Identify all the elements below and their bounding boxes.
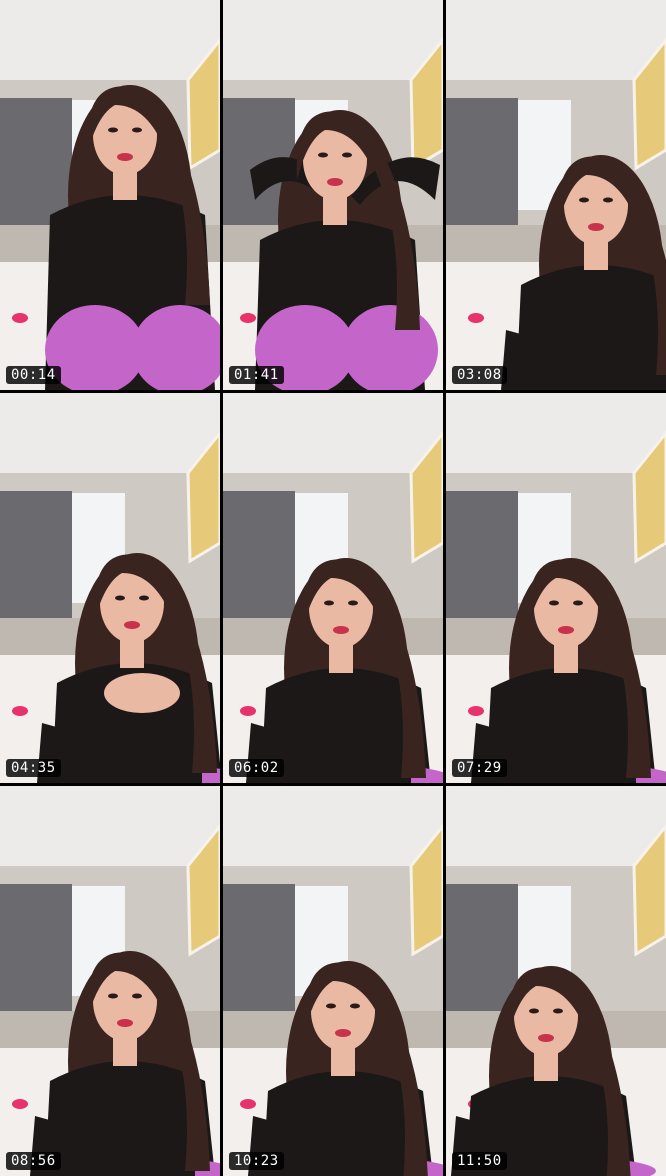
curtain-left [446, 491, 518, 621]
curtain-left [223, 491, 295, 621]
lips [117, 1019, 133, 1027]
curtain-left [223, 884, 295, 1014]
frame-image [223, 0, 443, 390]
video-thumbnail[interactable]: 00:14 [0, 0, 220, 390]
ceiling [223, 0, 443, 80]
frame-image [446, 393, 666, 783]
frame-image [223, 786, 443, 1176]
ceiling [446, 393, 666, 473]
eye-left [326, 1003, 336, 1009]
ceiling [446, 786, 666, 866]
lips [558, 626, 574, 634]
eye-right [139, 595, 149, 601]
timestamp-badge: 03:08 [452, 366, 507, 384]
lips [124, 621, 140, 629]
lips [333, 626, 349, 634]
pink-toy [468, 706, 484, 716]
lips [588, 223, 604, 231]
video-thumbnail[interactable]: 01:41 [223, 0, 443, 390]
eye-left [529, 1008, 539, 1014]
frame-image [0, 393, 220, 783]
eye-right [348, 600, 358, 606]
pink-toy [12, 1099, 28, 1109]
pink-toy [240, 313, 256, 323]
pink-toy [240, 706, 256, 716]
lips [327, 178, 343, 186]
video-thumbnail[interactable]: 04:35 [0, 393, 220, 783]
ceiling [446, 0, 666, 80]
video-thumbnail[interactable]: 03:08 [446, 0, 666, 390]
curtain-left [0, 884, 72, 1014]
ceiling [0, 0, 220, 80]
ceiling [223, 786, 443, 866]
eye-left [549, 600, 559, 606]
lips [335, 1029, 351, 1037]
timestamp-badge: 08:56 [6, 1152, 61, 1170]
pink-toy [12, 313, 28, 323]
thumbnail-grid: 00:14 01:41 03:08 04:35 06:02 07:29 08:5… [0, 0, 666, 1176]
timestamp-badge: 04:35 [6, 759, 61, 777]
timestamp-badge: 01:41 [229, 366, 284, 384]
ceiling [0, 393, 220, 473]
pink-toy [240, 1099, 256, 1109]
lips [538, 1034, 554, 1042]
video-thumbnail[interactable]: 08:56 [0, 786, 220, 1176]
timestamp-badge: 06:02 [229, 759, 284, 777]
eye-left [115, 595, 125, 601]
eye-left [318, 152, 328, 158]
eye-right [350, 1003, 360, 1009]
pink-toy [468, 313, 484, 323]
eye-right [132, 127, 142, 133]
frame-image [446, 786, 666, 1176]
eye-right [553, 1008, 563, 1014]
frame-image [0, 0, 220, 390]
eye-left [579, 197, 589, 203]
video-thumbnail[interactable]: 07:29 [446, 393, 666, 783]
lips [117, 153, 133, 161]
timestamp-badge: 11:50 [452, 1152, 507, 1170]
curtain-left [446, 98, 518, 228]
frame-image [0, 786, 220, 1176]
eye-right [603, 197, 613, 203]
timestamp-badge: 10:23 [229, 1152, 284, 1170]
eye-left [324, 600, 334, 606]
eye-right [132, 993, 142, 999]
timestamp-badge: 00:14 [6, 366, 61, 384]
curtain-left [0, 98, 72, 228]
frame-image [223, 393, 443, 783]
ceiling [223, 393, 443, 473]
video-thumbnail[interactable]: 06:02 [223, 393, 443, 783]
ceiling [0, 786, 220, 866]
frame-image [446, 0, 666, 390]
video-thumbnail[interactable]: 11:50 [446, 786, 666, 1176]
video-thumbnail[interactable]: 10:23 [223, 786, 443, 1176]
timestamp-badge: 07:29 [452, 759, 507, 777]
curtain-left [446, 884, 518, 1014]
curtain-left [0, 491, 72, 621]
eye-left [108, 127, 118, 133]
eye-left [108, 993, 118, 999]
eye-right [342, 152, 352, 158]
pink-toy [12, 706, 28, 716]
hand [104, 673, 180, 713]
eye-right [573, 600, 583, 606]
